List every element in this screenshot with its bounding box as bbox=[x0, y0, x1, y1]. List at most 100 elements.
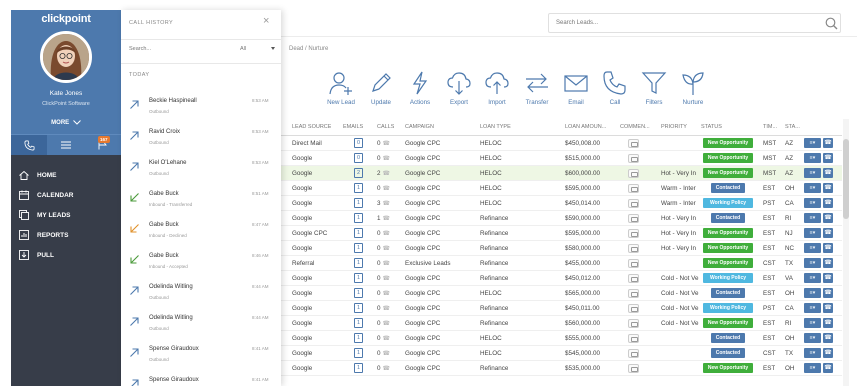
row-call-button[interactable]: ☎ bbox=[823, 183, 833, 193]
email-count-button[interactable]: 1 bbox=[354, 258, 363, 268]
status-badge[interactable]: Contacted bbox=[711, 288, 745, 298]
call-count[interactable]: 3 ☎ bbox=[377, 200, 390, 207]
sidebar-item-pull[interactable]: PULL bbox=[11, 246, 121, 264]
column-header[interactable]: PRIORITY bbox=[661, 124, 687, 130]
status-badge[interactable]: Contacted bbox=[711, 333, 745, 343]
comment-icon[interactable] bbox=[628, 229, 639, 238]
row-call-button[interactable]: ☎ bbox=[823, 213, 833, 223]
new-lead-button[interactable]: New Lead bbox=[321, 70, 361, 106]
filters-button[interactable]: Filters bbox=[634, 70, 674, 106]
table-row[interactable]: Google 1 0 ☎ Google CPC Refinance $450,012.00 C… bbox=[281, 271, 842, 286]
comment-icon[interactable] bbox=[628, 274, 639, 283]
scrollbar-thumb[interactable] bbox=[843, 139, 849, 219]
comment-icon[interactable] bbox=[628, 349, 639, 358]
table-row[interactable]: Google 2 2 ☎ Google CPC HELOC $600,000.00 Hot -… bbox=[281, 166, 842, 181]
column-header[interactable]: CAMPAIGN bbox=[405, 124, 434, 130]
table-row[interactable]: Google 1 0 ☎ Google CPC HELOC $545,000.00 Conta… bbox=[281, 346, 842, 361]
row-call-button[interactable]: ☎ bbox=[823, 228, 833, 238]
row-call-button[interactable]: ☎ bbox=[823, 363, 833, 373]
import-button[interactable]: Import bbox=[477, 70, 517, 106]
comment-icon[interactable] bbox=[628, 304, 639, 313]
column-header[interactable]: STA... bbox=[785, 124, 800, 130]
email-count-button[interactable]: 1 bbox=[354, 348, 363, 358]
table-row[interactable]: Referral 1 0 ☎ Exclusive Leads Refinance $455,… bbox=[281, 256, 842, 271]
column-header[interactable]: EMAILS bbox=[343, 124, 363, 130]
status-badge[interactable]: New Opportunity bbox=[703, 228, 753, 238]
comment-icon[interactable] bbox=[628, 184, 639, 193]
row-menu-button[interactable]: ≡▾ bbox=[804, 363, 821, 373]
row-menu-button[interactable]: ≡▾ bbox=[804, 183, 821, 193]
call-count[interactable]: 0 ☎ bbox=[377, 305, 390, 312]
row-call-button[interactable]: ☎ bbox=[823, 318, 833, 328]
email-count-button[interactable]: 0 bbox=[354, 153, 363, 163]
table-row[interactable]: Google 1 0 ☎ Google CPC HELOC $555,000.00 Conta… bbox=[281, 331, 842, 346]
row-menu-button[interactable]: ≡▾ bbox=[804, 348, 821, 358]
sidebar-item-home[interactable]: HOME bbox=[11, 166, 121, 184]
call-filter-select[interactable]: All bbox=[240, 46, 246, 52]
comment-icon[interactable] bbox=[628, 139, 639, 148]
table-row[interactable]: Google 1 0 ☎ Google CPC Refinance $535,000.00 N… bbox=[281, 361, 842, 376]
column-header[interactable]: CALLS bbox=[377, 124, 394, 130]
email-count-button[interactable]: 1 bbox=[354, 333, 363, 343]
call-count[interactable]: 0 ☎ bbox=[377, 155, 390, 162]
row-menu-button[interactable]: ≡▾ bbox=[804, 153, 821, 163]
call-search-input[interactable]: Search... bbox=[129, 46, 151, 52]
table-row[interactable]: Google 1 1 ☎ Google CPC Refinance $590,000.00 H… bbox=[281, 211, 842, 226]
comment-icon[interactable] bbox=[628, 364, 639, 373]
row-call-button[interactable]: ☎ bbox=[823, 138, 833, 148]
call-item[interactable]: Odelinda Witling Outbound 8:44 AM bbox=[121, 279, 281, 310]
email-count-button[interactable]: 1 bbox=[354, 303, 363, 313]
call-item[interactable]: Spense GiraudouxOutbound8:41 AM bbox=[121, 341, 281, 372]
vertical-scrollbar[interactable] bbox=[843, 119, 849, 386]
table-row[interactable]: Google CPC 1 0 ☎ Google CPC Refinance $595,000… bbox=[281, 226, 842, 241]
call-item[interactable]: Ravid Croix Outbound 8:53 AM bbox=[121, 124, 281, 155]
call-count[interactable]: 0 ☎ bbox=[377, 230, 390, 237]
comment-icon[interactable] bbox=[628, 199, 639, 208]
email-count-button[interactable]: 0 bbox=[354, 138, 363, 148]
search-icon[interactable] bbox=[825, 17, 838, 30]
email-count-button[interactable]: 1 bbox=[354, 213, 363, 223]
row-call-button[interactable]: ☎ bbox=[823, 243, 833, 253]
table-row[interactable]: Google 1 0 ☎ Google CPC Refinance $450,011.00 C… bbox=[281, 301, 842, 316]
status-badge[interactable]: Contacted bbox=[711, 213, 745, 223]
avatar[interactable] bbox=[40, 31, 92, 83]
email-count-button[interactable]: 1 bbox=[354, 363, 363, 373]
status-badge[interactable]: New Opportunity bbox=[703, 168, 753, 178]
row-menu-button[interactable]: ≡▾ bbox=[804, 138, 821, 148]
call-button[interactable]: Call bbox=[595, 70, 635, 106]
status-badge[interactable]: New Opportunity bbox=[703, 138, 753, 148]
comment-icon[interactable] bbox=[628, 319, 639, 328]
call-item[interactable]: Gabe Buck Inbound - Declined 8:47 AM bbox=[121, 217, 281, 248]
row-call-button[interactable]: ☎ bbox=[823, 168, 833, 178]
sidebar-item-reports[interactable]: REPORTS bbox=[11, 226, 121, 244]
comment-icon[interactable] bbox=[628, 334, 639, 343]
sidebar-item-calendar[interactable]: CALENDAR bbox=[11, 186, 121, 204]
table-row[interactable]: Google 1 0 ☎ Google CPC Refinance $560,000.00 C… bbox=[281, 316, 842, 331]
comment-icon[interactable] bbox=[628, 154, 639, 163]
email-count-button[interactable]: 1 bbox=[354, 243, 363, 253]
table-row[interactable]: Google 1 0 ☎ Google CPC HELOC $565,000.00 Cold … bbox=[281, 286, 842, 301]
call-count[interactable]: 0 ☎ bbox=[377, 335, 390, 342]
status-badge[interactable]: Working Policy bbox=[703, 303, 753, 313]
table-row[interactable]: Google 1 0 ☎ Google CPC Refinance $580,000.00 H… bbox=[281, 241, 842, 256]
call-count[interactable]: 1 ☎ bbox=[377, 215, 390, 222]
call-count[interactable]: 0 ☎ bbox=[377, 245, 390, 252]
row-call-button[interactable]: ☎ bbox=[823, 303, 833, 313]
row-menu-button[interactable]: ≡▾ bbox=[804, 258, 821, 268]
row-call-button[interactable]: ☎ bbox=[823, 273, 833, 283]
status-badge[interactable]: New Opportunity bbox=[703, 243, 753, 253]
call-count[interactable]: 2 ☎ bbox=[377, 170, 390, 177]
call-count[interactable]: 0 ☎ bbox=[377, 260, 390, 267]
call-count[interactable]: 0 ☎ bbox=[377, 275, 390, 282]
row-menu-button[interactable]: ≡▾ bbox=[804, 168, 821, 178]
more-toggle[interactable]: MORE bbox=[11, 120, 121, 126]
table-row[interactable]: Google 1 3 ☎ Google CPC HELOC $450,014.00 Warm … bbox=[281, 196, 842, 211]
row-call-button[interactable]: ☎ bbox=[823, 258, 833, 268]
caret-down-icon[interactable] bbox=[271, 47, 275, 50]
email-count-button[interactable]: 2 bbox=[354, 168, 363, 178]
row-menu-button[interactable]: ≡▾ bbox=[804, 228, 821, 238]
call-item[interactable]: Spense GiraudouxOutbound8:41 AM bbox=[121, 372, 281, 386]
comment-icon[interactable] bbox=[628, 169, 639, 178]
comment-icon[interactable] bbox=[628, 289, 639, 298]
row-menu-button[interactable]: ≡▾ bbox=[804, 198, 821, 208]
